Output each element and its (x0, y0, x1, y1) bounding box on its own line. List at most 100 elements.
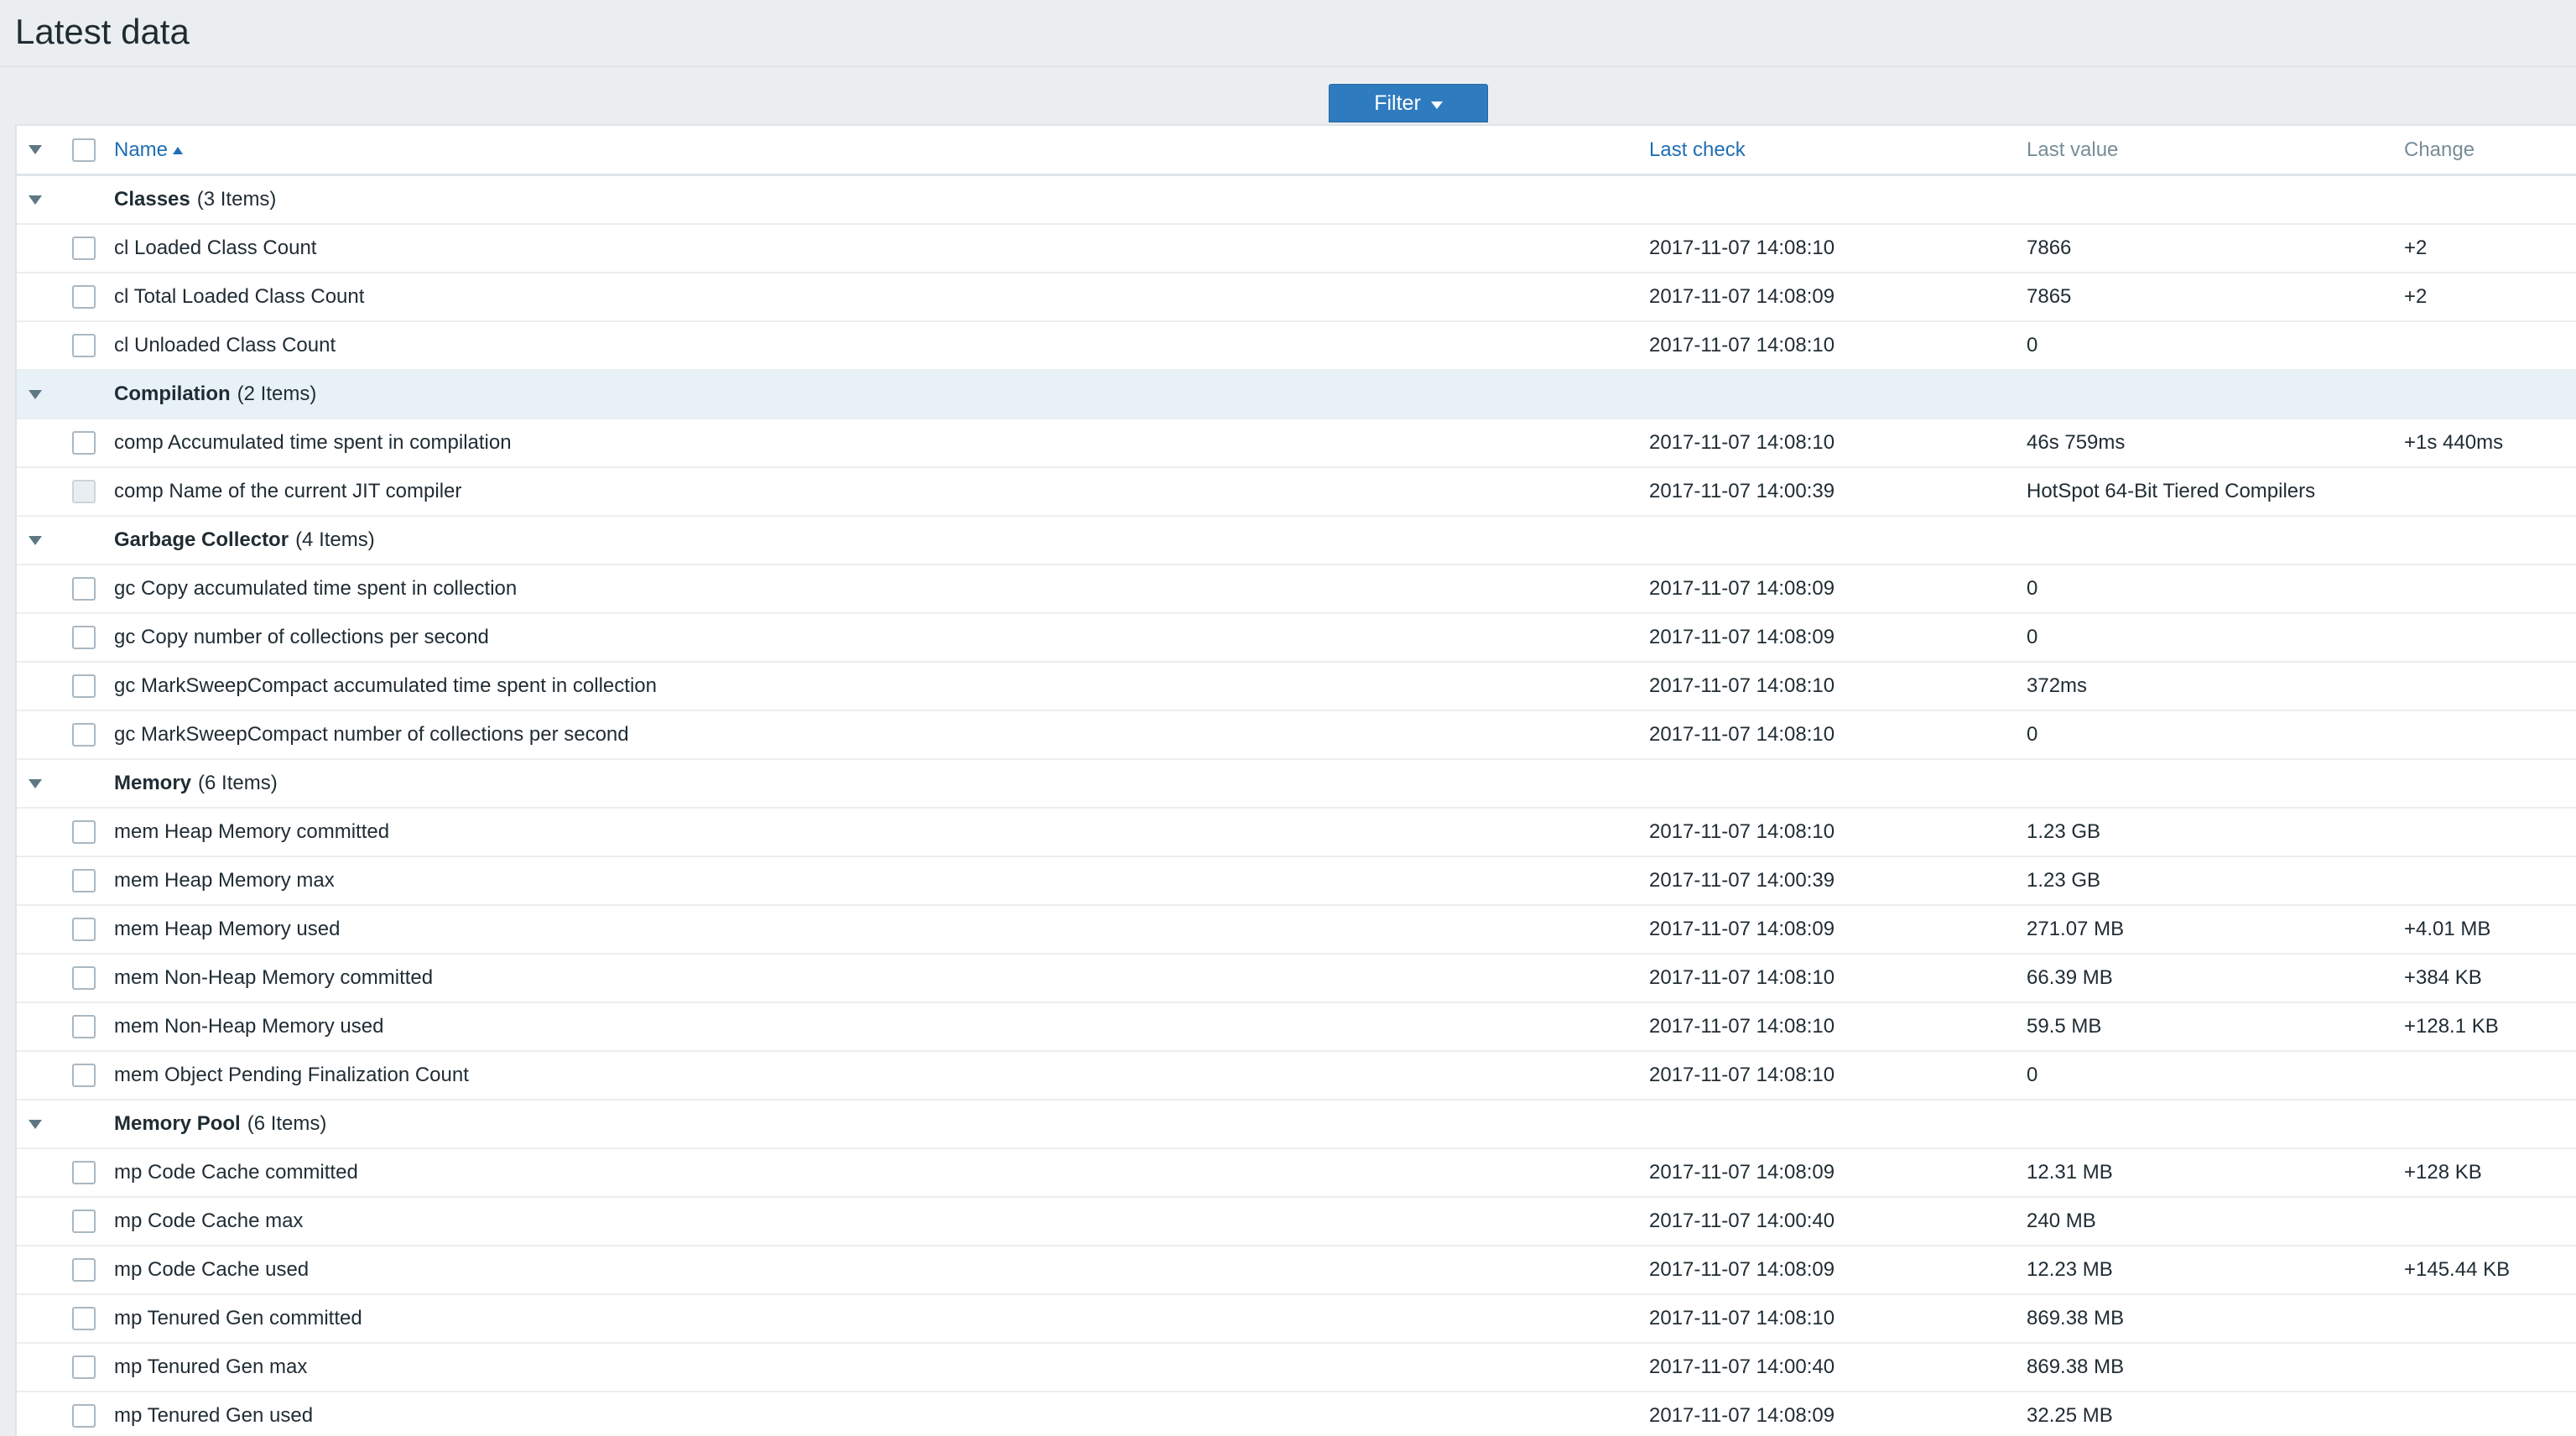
triangle-down-icon (29, 145, 42, 154)
table-row: mp Code Cache max 2017-11-07 14:00:40 240 … (17, 1198, 2576, 1246)
row-checkbox[interactable] (72, 1015, 96, 1038)
table-row: mp Code Cache committed 2017-11-07 14:08:… (17, 1149, 2576, 1198)
group-toggle[interactable] (29, 517, 62, 564)
column-header-name-label: Name (114, 138, 169, 161)
item-change: +145.44 KB (2404, 1258, 2511, 1281)
filter-button[interactable]: Filter (1329, 84, 1488, 122)
item-name: gc MarkSweepCompact accumulated time spe… (114, 674, 657, 697)
group-row: Garbage Collector (4 Items) (17, 517, 2576, 565)
item-last-value: 59.5 MB (2027, 1015, 2102, 1038)
column-header-last-check[interactable]: Last check (1649, 126, 1746, 174)
group-label: Memory (6 Items) (114, 760, 278, 807)
row-checkbox[interactable] (72, 577, 96, 601)
row-select-cell (72, 614, 106, 661)
group-name: Memory Pool (114, 1112, 241, 1135)
row-select-cell (72, 663, 106, 710)
item-name: mem Heap Memory committed (114, 820, 390, 843)
group-label: Memory Pool (6 Items) (114, 1100, 326, 1147)
sort-ascending-icon (173, 147, 184, 154)
row-checkbox[interactable] (72, 1258, 96, 1282)
row-checkbox[interactable] (72, 869, 96, 892)
item-last-check: 2017-11-07 14:08:09 (1649, 1404, 1835, 1427)
row-checkbox[interactable] (72, 1210, 96, 1233)
item-name: mp Code Cache committed (114, 1161, 358, 1184)
row-select-cell (72, 1344, 106, 1391)
item-last-check: 2017-11-07 14:08:10 (1649, 431, 1835, 454)
row-checkbox[interactable] (72, 626, 96, 649)
group-toggle[interactable] (29, 176, 62, 223)
row-checkbox[interactable] (72, 1161, 96, 1184)
table-row: comp Name of the current JIT compiler 201… (17, 468, 2576, 517)
triangle-down-icon (29, 778, 42, 788)
row-select-cell (72, 225, 106, 272)
item-change: +2 (2404, 285, 2428, 308)
item-name: mp Tenured Gen used (114, 1404, 314, 1427)
row-checkbox[interactable] (72, 237, 96, 260)
item-change: +384 KB (2404, 966, 2482, 989)
item-name: mp Code Cache used (114, 1258, 310, 1281)
group-toggle[interactable] (29, 1100, 62, 1147)
group-toggle[interactable] (29, 371, 62, 418)
row-checkbox[interactable] (72, 820, 96, 844)
select-all-checkbox[interactable] (72, 138, 96, 162)
row-checkbox[interactable] (72, 966, 96, 990)
row-select-cell (72, 955, 106, 1002)
group-row: Memory (6 Items) (17, 760, 2576, 809)
item-last-check: 2017-11-07 14:08:09 (1649, 1161, 1835, 1184)
item-last-value: 0 (2027, 334, 2038, 356)
row-checkbox[interactable] (72, 674, 96, 698)
row-checkbox[interactable] (72, 431, 96, 455)
table-row: mem Heap Memory committed 2017-11-07 14:0… (17, 809, 2576, 857)
row-checkbox[interactable] (72, 1404, 96, 1428)
item-last-value: 7866 (2027, 237, 2072, 259)
row-select-cell (72, 809, 106, 856)
group-item-count: (4 Items) (295, 528, 375, 551)
table-row: mem Heap Memory used 2017-11-07 14:08:09 2… (17, 906, 2576, 955)
row-select-cell (72, 468, 106, 515)
item-change: +1s 440ms (2404, 431, 2504, 454)
table-row: cl Loaded Class Count 2017-11-07 14:08:10… (17, 225, 2576, 273)
item-last-check: 2017-11-07 14:08:10 (1649, 820, 1835, 843)
item-name: mem Heap Memory max (114, 869, 335, 892)
item-last-check: 2017-11-07 14:08:09 (1649, 577, 1835, 600)
item-name: gc Copy accumulated time spent in collec… (114, 577, 518, 600)
item-name: mem Non-Heap Memory used (114, 1015, 384, 1038)
item-last-value: 12.31 MB (2027, 1161, 2113, 1184)
filter-bar: Filter (0, 67, 2576, 126)
row-checkbox[interactable] (72, 918, 96, 941)
row-select-cell (72, 322, 106, 369)
row-select-cell (72, 419, 106, 466)
item-last-value: 0 (2027, 626, 2038, 648)
item-name: mem Object Pending Finalization Count (114, 1064, 469, 1086)
column-header-last-value: Last value (2027, 138, 2119, 161)
column-header-name[interactable]: Name (114, 126, 184, 174)
item-last-value: 66.39 MB (2027, 966, 2113, 989)
row-select-cell (72, 857, 106, 904)
item-last-check: 2017-11-07 14:08:10 (1649, 237, 1835, 259)
item-last-value: 1.23 GB (2027, 869, 2101, 892)
table-row: mem Non-Heap Memory used 2017-11-07 14:08… (17, 1003, 2576, 1052)
row-checkbox[interactable] (72, 723, 96, 747)
item-change: +2 (2404, 237, 2428, 259)
row-checkbox[interactable] (72, 285, 96, 309)
triangle-down-icon (29, 1119, 42, 1129)
row-checkbox[interactable] (72, 1307, 96, 1330)
item-last-check: 2017-11-07 14:08:10 (1649, 966, 1835, 989)
row-select-cell (72, 1246, 106, 1293)
item-change: +128 KB (2404, 1161, 2482, 1184)
group-name: Classes (114, 188, 190, 211)
collapse-all-toggle[interactable] (29, 126, 62, 174)
group-label: Classes (3 Items) (114, 176, 276, 223)
table-row: gc Copy number of collections per second… (17, 614, 2576, 663)
row-checkbox[interactable] (72, 1355, 96, 1379)
row-checkbox[interactable] (72, 1064, 96, 1087)
item-name: cl Unloaded Class Count (114, 334, 336, 356)
item-last-value: 0 (2027, 723, 2038, 746)
item-last-check: 2017-11-07 14:00:40 (1649, 1355, 1835, 1378)
group-toggle[interactable] (29, 760, 62, 807)
group-name: Compilation (114, 382, 231, 405)
row-checkbox[interactable] (72, 334, 96, 357)
row-select-cell (72, 1149, 106, 1196)
table-row: cl Unloaded Class Count 2017-11-07 14:08:… (17, 322, 2576, 371)
item-last-value: HotSpot 64-Bit Tiered Compilers (2027, 480, 2316, 502)
